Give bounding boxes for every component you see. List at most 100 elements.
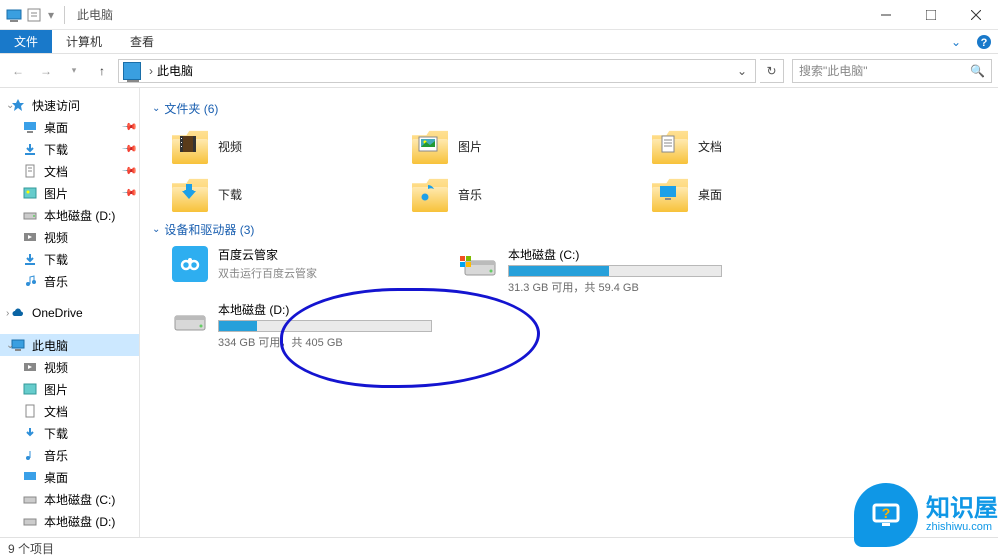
maximize-button[interactable] — [908, 0, 953, 30]
sidebar: ⌄ 快速访问 桌面📌 下载📌 文档📌 图片📌 本地磁盘 (D:) 视频 下载 音… — [0, 88, 140, 537]
drive-item[interactable]: 本地磁盘 (D:) 334 GB 可用，共 405 GB — [172, 301, 432, 350]
chevron-down-icon: ⌄ — [152, 224, 160, 235]
folder-item[interactable]: 图片 — [412, 125, 622, 167]
ribbon-tab-view[interactable]: 查看 — [116, 30, 168, 53]
folder-icon — [652, 128, 688, 164]
nav-back-button[interactable]: ← — [6, 59, 30, 83]
search-input[interactable]: 搜索"此电脑" 🔍 — [792, 59, 992, 83]
watermark-url: zhishiwu.com — [926, 521, 998, 533]
address-box[interactable]: › 此电脑 ⌄ — [118, 59, 756, 83]
close-button[interactable] — [953, 0, 998, 30]
sidebar-this-pc[interactable]: ⌄此电脑 — [0, 334, 139, 356]
folder-item[interactable]: 下载 — [172, 173, 382, 215]
sidebar-pc-disk-c[interactable]: 本地磁盘 (C:) — [0, 488, 139, 510]
folder-icon — [412, 176, 448, 212]
drive-name: 百度云管家 — [218, 246, 432, 263]
chevron-down-icon: ⌄ — [152, 103, 160, 114]
disk-icon — [22, 491, 38, 507]
music-icon — [22, 273, 38, 289]
drive-name: 本地磁盘 (D:) — [218, 301, 432, 318]
caret-icon: ⌄ — [6, 340, 14, 351]
nav-recent-button[interactable]: ▾ — [62, 59, 86, 83]
drive-subtitle: 334 GB 可用，共 405 GB — [218, 334, 432, 350]
folder-item[interactable]: 文档 — [652, 125, 862, 167]
sidebar-onedrive[interactable]: ›OneDrive — [0, 302, 139, 324]
desktop-icon — [22, 469, 38, 485]
group-drives-header[interactable]: ⌄ 设备和驱动器 (3) — [152, 221, 986, 238]
search-placeholder: 搜索"此电脑" — [799, 62, 868, 79]
ribbon-tab-file[interactable]: 文件 — [0, 30, 52, 53]
qat-dropdown-icon[interactable]: ▾ — [46, 7, 56, 23]
nav-up-button[interactable]: ↑ — [90, 59, 114, 83]
sidebar-pictures[interactable]: 图片📌 — [0, 182, 139, 204]
sidebar-pc-videos[interactable]: 视频 — [0, 356, 139, 378]
drive-subtitle: 31.3 GB 可用，共 59.4 GB — [508, 279, 722, 295]
sidebar-videos-qa[interactable]: 视频 — [0, 226, 139, 248]
ribbon-tab-computer[interactable]: 计算机 — [52, 30, 116, 53]
svg-text:?: ? — [981, 37, 988, 49]
sidebar-music-qa[interactable]: 音乐 — [0, 270, 139, 292]
caret-icon: ⌄ — [6, 100, 14, 111]
address-dropdown-icon[interactable]: ⌄ — [733, 64, 751, 78]
search-icon: 🔍 — [970, 64, 985, 78]
sidebar-pc-music[interactable]: 音乐 — [0, 444, 139, 466]
statusbar: 9 个项目 — [0, 537, 998, 559]
addressbar: ← → ▾ ↑ › 此电脑 ⌄ ↻ 搜索"此电脑" 🔍 — [0, 54, 998, 88]
group-folders-label: 文件夹 (6) — [164, 100, 218, 117]
folder-item[interactable]: 音乐 — [412, 173, 622, 215]
sidebar-pc-documents[interactable]: 文档 — [0, 400, 139, 422]
document-icon — [22, 163, 38, 179]
ribbon: 文件 计算机 查看 ⌄ ? — [0, 30, 998, 54]
disk-icon — [22, 513, 38, 529]
sidebar-desktop[interactable]: 桌面📌 — [0, 116, 139, 138]
sidebar-pc-desktop[interactable]: 桌面 — [0, 466, 139, 488]
folder-icon — [652, 176, 688, 212]
caret-icon: › — [6, 308, 9, 319]
drive-subtitle: 双击运行百度云管家 — [218, 265, 432, 281]
folder-item[interactable]: 视频 — [172, 125, 382, 167]
download-icon — [22, 251, 38, 267]
drive-name: 本地磁盘 (C:) — [508, 246, 722, 263]
picture-icon — [22, 185, 38, 201]
sidebar-quick-access[interactable]: ⌄ 快速访问 — [0, 94, 139, 116]
content-pane: ⌄ 文件夹 (6) 视频 图片 文档下载音乐 桌面 ⌄ 设备和驱动器 (3) 百度云管… — [140, 88, 998, 537]
sidebar-disk-d[interactable]: 本地磁盘 (D:) — [0, 204, 139, 226]
group-drives-label: 设备和驱动器 (3) — [164, 221, 254, 238]
sidebar-downloads-qa[interactable]: 下载 — [0, 248, 139, 270]
breadcrumb-sep: › — [149, 64, 153, 78]
app-item[interactable]: 百度云管家双击运行百度云管家 — [172, 246, 432, 295]
breadcrumb-root[interactable]: 此电脑 — [157, 62, 193, 79]
folder-icon — [412, 128, 448, 164]
watermark-badge-icon: ? — [854, 483, 918, 547]
folder-label: 图片 — [458, 138, 482, 155]
pin-icon: 📌 — [120, 163, 137, 180]
video-icon — [22, 359, 38, 375]
qat-properties-icon[interactable] — [26, 7, 42, 23]
folder-label: 桌面 — [698, 186, 722, 203]
sidebar-pc-pictures[interactable]: 图片 — [0, 378, 139, 400]
disk-icon — [172, 301, 208, 337]
sidebar-downloads[interactable]: 下载📌 — [0, 138, 139, 160]
pin-icon: 📌 — [120, 185, 137, 202]
drive-item[interactable]: 本地磁盘 (C:) 31.3 GB 可用，共 59.4 GB — [462, 246, 722, 295]
window-icon — [6, 7, 22, 23]
folder-item[interactable]: 桌面 — [652, 173, 862, 215]
group-folders-header[interactable]: ⌄ 文件夹 (6) — [152, 100, 986, 117]
window-title: 此电脑 — [77, 6, 113, 23]
ribbon-expand-icon[interactable]: ⌄ — [942, 30, 970, 53]
watermark-title: 知识屋 — [926, 497, 998, 521]
sidebar-pc-disk-d[interactable]: 本地磁盘 (D:) — [0, 510, 139, 532]
sidebar-documents[interactable]: 文档📌 — [0, 160, 139, 182]
help-icon[interactable]: ? — [970, 30, 998, 53]
disk-icon — [462, 246, 498, 282]
drive-usage-bar — [218, 320, 432, 332]
nav-forward-button[interactable]: → — [34, 59, 58, 83]
folder-icon — [172, 176, 208, 212]
refresh-button[interactable]: ↻ — [760, 59, 784, 83]
drive-usage-bar — [508, 265, 722, 277]
sidebar-pc-downloads[interactable]: 下载 — [0, 422, 139, 444]
minimize-button[interactable] — [863, 0, 908, 30]
folder-icon — [172, 128, 208, 164]
document-icon — [22, 403, 38, 419]
disk-icon — [22, 207, 38, 223]
